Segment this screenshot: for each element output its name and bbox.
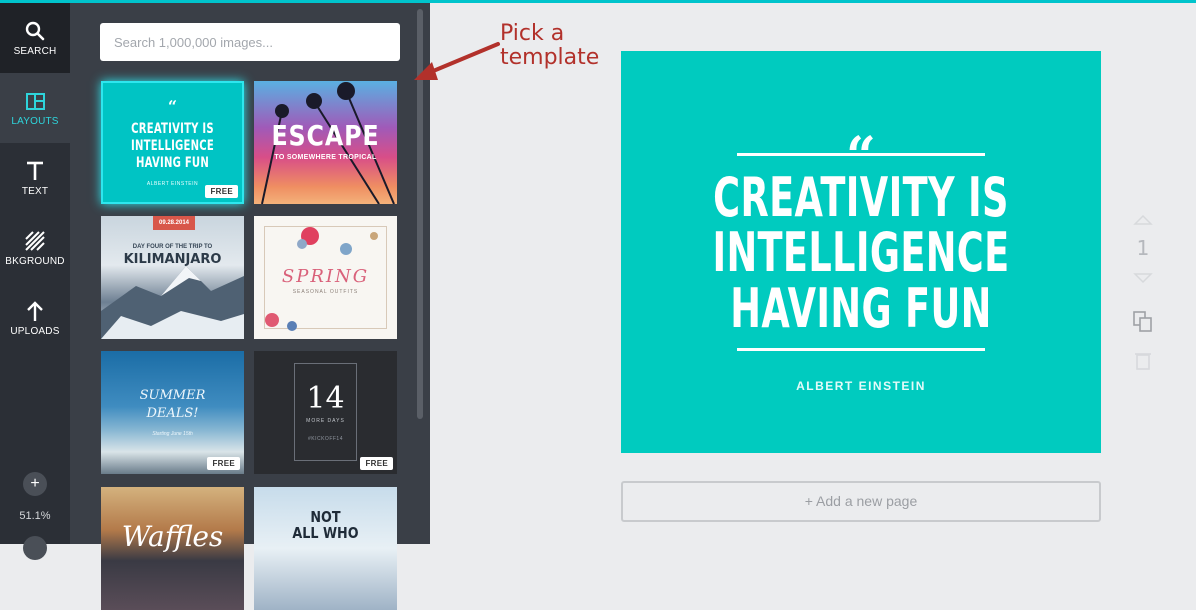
template-text-line: CREATIVITY IS (131, 121, 214, 137)
template-panel: “ CREATIVITY IS INTELLIGENCE HAVING FUN … (70, 3, 430, 610)
page-number: 1 (1136, 236, 1150, 260)
copy-page-icon[interactable] (1133, 311, 1153, 333)
annotation-line: Pick a (500, 21, 565, 46)
delete-page-icon[interactable] (1133, 350, 1153, 372)
rail-search-label: SEARCH (13, 46, 57, 57)
template-title-line: DEALS! (146, 406, 199, 421)
page-up-icon[interactable] (1133, 214, 1153, 226)
rail-text-label: TEXT (21, 186, 49, 197)
top-accent-bar (0, 0, 1196, 3)
free-badge: FREE (205, 185, 238, 198)
page-down-icon[interactable] (1133, 272, 1153, 284)
template-title: NOT ALL WHO (265, 509, 387, 541)
rail-uploads-label: UPLOADS (10, 326, 60, 337)
headline-line[interactable]: HAVING FUN (698, 279, 1024, 339)
image-search-input[interactable] (100, 23, 400, 61)
mountain-graphic (101, 266, 244, 339)
headline-line[interactable]: CREATIVITY IS (698, 168, 1024, 228)
upload-arrow-icon (26, 299, 44, 323)
rail-layouts-button[interactable]: LAYOUTS (0, 73, 70, 143)
template-subtitle: DAY FOUR OF THE TRIP TO (132, 244, 213, 250)
template-14-days[interactable]: 14 MORE DAYS #KICKOFF14 FREE (254, 351, 397, 474)
template-subtitle: SEASONAL OUTFITS (292, 289, 359, 295)
quote-mark: “ (167, 97, 178, 116)
template-title: KILIMANJARO (123, 252, 222, 267)
template-spring[interactable]: SPRING SEASONAL OUTFITS (254, 216, 397, 339)
zoom-in-button[interactable]: + (23, 472, 47, 496)
template-number: 14 (306, 381, 345, 416)
side-rail: SEARCH LAYOUTS TEXT BKGROUND UPLOADS + 5… (0, 0, 70, 560)
rail-uploads-button[interactable]: UPLOADS (0, 283, 70, 353)
annotation-arrow-icon (414, 42, 500, 80)
template-title: SUMMER DEALS! (101, 387, 244, 423)
template-escape[interactable]: ESCAPE TO SOMEWHERE TROPICAL (254, 81, 397, 204)
template-title-line: SUMMER (139, 388, 206, 403)
free-badge: FREE (207, 457, 240, 470)
template-subtitle: MORE DAYS (306, 418, 345, 424)
rail-background-label: BKGROUND (5, 256, 65, 267)
template-date: 09.28.2014 (153, 216, 195, 230)
author-text[interactable]: ALBERT EINSTEIN (621, 379, 1101, 393)
template-creativity-quote[interactable]: “ CREATIVITY IS INTELLIGENCE HAVING FUN … (101, 81, 244, 204)
annotation-line: template (500, 45, 600, 70)
template-hashtag: #KICKOFF14 (307, 436, 343, 442)
divider-line[interactable] (737, 153, 985, 156)
template-title-line: ALL WHO (292, 524, 359, 542)
rail-search-button[interactable]: SEARCH (0, 3, 70, 73)
template-not-all-who[interactable]: NOT ALL WHO (254, 487, 397, 610)
template-title: SPRING (281, 266, 370, 287)
zoom-level: 51.1% (19, 510, 51, 522)
text-icon (26, 159, 44, 183)
search-icon (25, 19, 45, 43)
background-pattern-icon (25, 229, 45, 253)
template-subtitle: TO SOMEWHERE TROPICAL (274, 154, 377, 161)
rail-background-button[interactable]: BKGROUND (0, 213, 70, 283)
divider-line[interactable] (737, 348, 985, 351)
headline-line[interactable]: INTELLIGENCE (698, 223, 1024, 283)
template-title: Waffles (121, 520, 224, 553)
template-text-line: INTELLIGENCE (130, 138, 215, 154)
rail-text-button[interactable]: TEXT (0, 143, 70, 213)
template-subtitle: Starting June 15th (152, 431, 193, 437)
free-badge: FREE (360, 457, 393, 470)
zoom-out-button[interactable] (23, 536, 47, 560)
design-canvas[interactable]: “ CREATIVITY IS INTELLIGENCE HAVING FUN … (621, 51, 1101, 453)
rail-layouts-label: LAYOUTS (11, 116, 59, 127)
template-kilimanjaro[interactable]: 09.28.2014 DAY FOUR OF THE TRIP TO KILIM… (101, 216, 244, 339)
template-text-line: HAVING FUN (135, 155, 209, 171)
add-new-page-button[interactable]: + Add a new page (621, 481, 1101, 522)
template-title: ESCAPE (271, 119, 380, 152)
annotation-text: Pick a template (500, 22, 599, 70)
layouts-icon (25, 89, 45, 113)
template-waffles[interactable]: Waffles (101, 487, 244, 610)
template-summer-deals[interactable]: SUMMER DEALS! Starting June 15th FREE (101, 351, 244, 474)
